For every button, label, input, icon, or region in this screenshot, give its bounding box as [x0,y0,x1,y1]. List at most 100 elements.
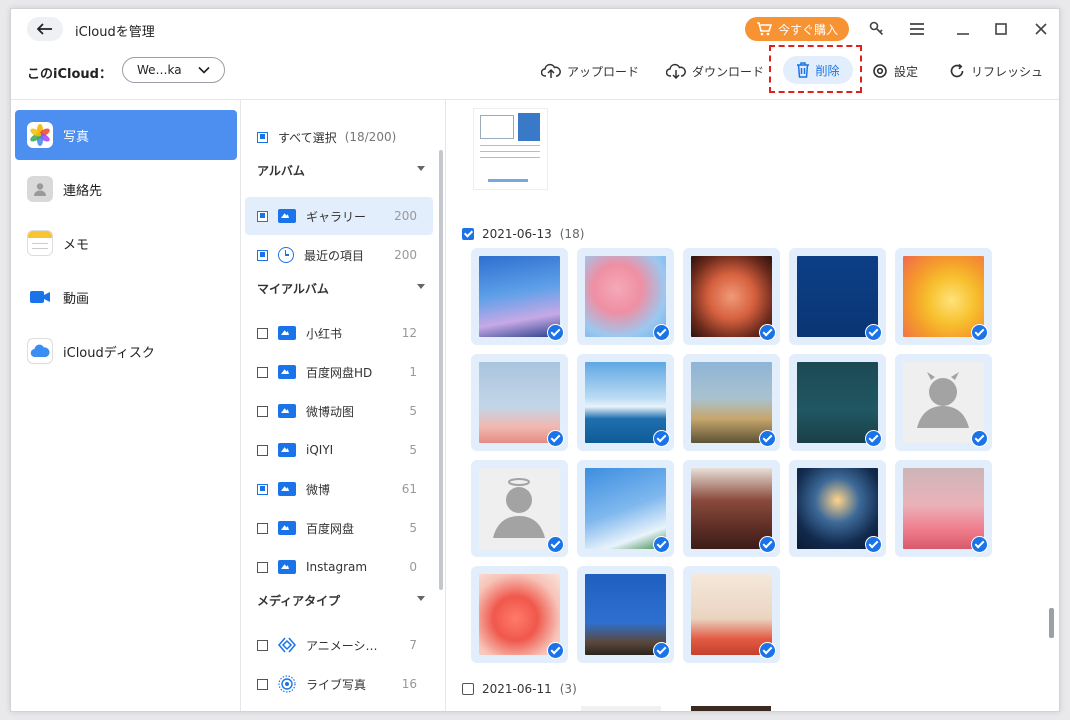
sidebar: 写真 連絡先 メモ 動画 iCloudディスク [11,99,241,711]
album-label: 百度网盘 [306,521,355,536]
album-checkbox[interactable] [257,405,268,417]
photo-thumbnail[interactable] [471,354,568,451]
photo-thumbnail[interactable] [789,354,886,451]
album-row[interactable]: iQIYI 5 [245,431,433,469]
selected-check-icon [971,430,988,447]
collapse-triangle-icon [417,284,425,289]
album-checkbox[interactable] [257,444,268,456]
album-checkbox[interactable] [257,561,268,573]
back-button[interactable] [27,17,63,41]
select-all-checkbox[interactable] [257,131,268,143]
photo-thumbnail[interactable] [895,248,992,345]
selected-check-icon [759,324,776,341]
date-group-checkbox[interactable] [462,683,474,695]
selected-check-icon [759,430,776,447]
media-type-row-live[interactable]: ライブ写真 16 [245,665,433,703]
album-checkbox[interactable] [257,210,268,222]
sidebar-item-contacts[interactable]: 連絡先 [15,164,237,214]
album-icon [278,404,296,418]
photo-thumbnail[interactable] [577,566,674,663]
app-window: iCloudを管理 今すぐ購入 このiCloud： We…ka アップロード ダ… [10,8,1060,712]
sidebar-item-label: メモ [63,237,90,253]
media-type-checkbox[interactable] [257,678,268,690]
sidebar-item-video[interactable]: 動画 [15,272,237,322]
media-type-checkbox[interactable] [257,639,268,651]
album-label: iQIYI [306,443,334,457]
album-icon [278,443,296,457]
photo-thumbnail-partial[interactable] [691,706,771,711]
download-button[interactable]: ダウンロード [666,61,764,81]
my-albums-section-header[interactable]: マイアルバム [257,280,427,297]
album-icon [278,560,296,574]
photo-thumbnail[interactable] [895,460,992,557]
account-select[interactable]: We…ka [122,57,225,83]
media-type-label: アニメーシ… [306,638,378,653]
photos-icon [27,122,53,148]
photo-thumbnail[interactable] [683,566,780,663]
album-checkbox[interactable] [257,327,268,339]
trash-icon [797,62,810,78]
section-title: メディアタイプ [257,594,341,608]
selected-check-icon [971,536,988,553]
buy-now-button[interactable]: 今すぐ購入 [745,17,849,41]
avatar-placeholder-icon [917,372,969,428]
album-icon [278,482,296,496]
album-row[interactable]: 小红书 12 [245,314,433,352]
media-type-count: 16 [401,677,417,691]
media-type-label: ライブ写真 [306,677,367,692]
albums-section-header[interactable]: アルバム [257,162,427,179]
date-group-header[interactable]: 2021-06-11 (3) [462,682,577,696]
refresh-button[interactable]: リフレッシュ [949,61,1043,81]
album-checkbox[interactable] [257,249,268,261]
photo-thumbnail[interactable] [683,460,780,557]
delete-button[interactable]: 削除 [783,56,853,84]
media-type-row-animation[interactable]: アニメーシ… 7 [245,626,433,664]
menu-button[interactable] [907,19,927,39]
album-row[interactable]: 百度网盘HD 1 [245,353,433,391]
select-all-row[interactable]: すべて選択 (18/200) [245,118,433,156]
download-label: ダウンロード [692,64,765,79]
media-types-section-header[interactable]: メディアタイプ [257,592,427,609]
photo-thumbnail[interactable] [471,460,568,557]
photo-thumbnail-partial[interactable] [581,706,661,711]
settings-button[interactable]: 設定 [872,61,918,81]
album-checkbox[interactable] [257,483,268,495]
album-label: 微博动图 [306,404,355,419]
photo-thumbnail[interactable] [471,248,568,345]
album-icon [278,365,296,379]
hamburger-icon [910,23,924,35]
minimize-button[interactable] [953,19,973,39]
album-row[interactable]: 百度网盘 5 [245,509,433,547]
photo-thumbnail[interactable] [895,354,992,451]
album-row[interactable]: 微博 61 [245,470,433,508]
album-row-recent[interactable]: 最近の項目 200 [245,236,433,274]
maximize-button[interactable] [991,19,1011,39]
album-row-gallery[interactable]: ギャラリー 200 [245,197,433,235]
photo-thumbnail[interactable] [471,566,568,663]
photo-thumbnail[interactable] [683,354,780,451]
close-button[interactable] [1031,19,1051,39]
date-group-header[interactable]: 2021-06-13 (18) [462,227,584,241]
album-checkbox[interactable] [257,522,268,534]
album-panel-scrollbar[interactable] [439,150,443,590]
sidebar-item-notes[interactable]: メモ [15,218,237,268]
upload-button[interactable]: アップロード [541,61,639,81]
key-button[interactable] [867,19,887,39]
photo-thumbnail-partial[interactable] [473,108,548,190]
album-count: 61 [401,482,417,496]
album-row[interactable]: 微博动图 5 [245,392,433,430]
album-row[interactable]: Instagram 0 [245,548,433,586]
album-checkbox[interactable] [257,366,268,378]
upload-label: アップロード [567,64,640,79]
photo-thumbnail[interactable] [577,354,674,451]
photo-thumbnail[interactable] [789,248,886,345]
cart-icon [756,22,772,36]
sidebar-item-photos[interactable]: 写真 [15,110,237,160]
sidebar-item-icloud-drive[interactable]: iCloudディスク [15,326,237,376]
photo-thumbnail[interactable] [789,460,886,557]
photo-grid-scrollbar[interactable] [1049,608,1054,638]
photo-thumbnail[interactable] [577,460,674,557]
photo-thumbnail[interactable] [577,248,674,345]
photo-thumbnail[interactable] [683,248,780,345]
date-group-checkbox[interactable] [462,228,474,240]
